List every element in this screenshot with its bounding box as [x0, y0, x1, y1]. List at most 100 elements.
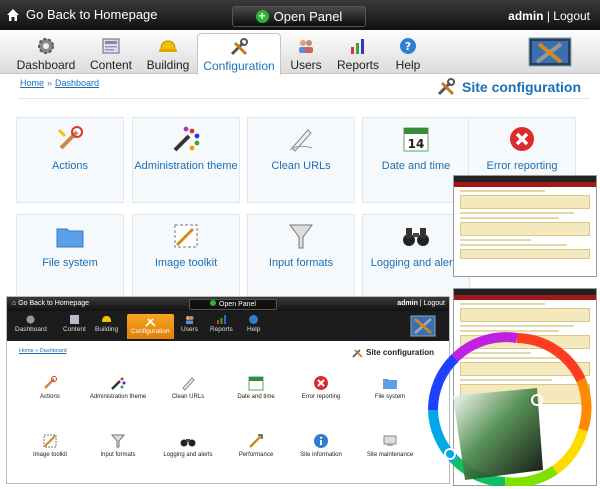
nav-content[interactable]: Content	[88, 36, 134, 74]
bar-chart-icon	[351, 39, 364, 54]
tile-actions[interactable]: Actions	[16, 117, 124, 203]
content-icon	[102, 38, 120, 54]
small-nav-label: Users	[181, 326, 198, 333]
breadcrumb-home[interactable]: Home	[20, 78, 44, 88]
small-item-logging-and-alerts[interactable]: Logging and alerts	[153, 433, 223, 458]
actions-icon	[44, 376, 57, 389]
binoculars-icon	[180, 439, 196, 447]
small-username: admin	[397, 300, 418, 307]
small-item-clean-urls[interactable]: Clean URLs	[153, 375, 223, 400]
small-item-error-reporting[interactable]: Error reporting	[286, 375, 356, 400]
performance-icon	[249, 434, 263, 448]
small-item-administration-theme[interactable]: Administration theme	[83, 375, 153, 400]
small-item-label: Image toolkit	[32, 452, 68, 458]
separator: |	[546, 9, 550, 23]
small-open-panel-button[interactable]: Open Panel	[189, 299, 277, 310]
small-home-label: Go Back to Homepage	[18, 300, 90, 307]
binoculars-icon	[403, 228, 429, 246]
nav-label: Dashboard	[16, 58, 76, 72]
small-item-performance[interactable]: Performance	[221, 433, 291, 458]
pen-icon	[182, 377, 195, 391]
nav-help[interactable]: ? Help	[392, 36, 424, 74]
nav-label: Help	[395, 58, 421, 72]
small-item-label: Site information	[300, 452, 342, 458]
saturation-value-square[interactable]	[453, 388, 543, 480]
small-breadcrumb[interactable]: Home » Dashboard	[19, 348, 67, 354]
users-icon	[185, 316, 194, 324]
small-nav-label: Dashboard	[15, 326, 47, 333]
top-bar: Go Back to Homepage + Open Panel admin |…	[0, 0, 600, 30]
small-nav-building[interactable]: Building	[95, 314, 118, 333]
divider	[18, 98, 590, 99]
tile-clean-urls[interactable]: Clean URLs	[247, 117, 355, 203]
go-back-homepage-link[interactable]: Go Back to Homepage	[6, 7, 158, 22]
small-item-site-information[interactable]: Site information	[286, 433, 356, 458]
breadcrumb-dashboard[interactable]: Dashboard	[55, 78, 99, 88]
users-icon	[299, 40, 313, 53]
plus-icon	[210, 300, 216, 306]
hardhat-icon	[159, 40, 177, 52]
tile-file-system[interactable]: File system	[16, 214, 124, 300]
small-nav-configuration[interactable]: Configuration	[127, 314, 174, 339]
gear-icon	[26, 315, 35, 324]
help-icon: ?	[400, 38, 416, 54]
hardhat-icon	[102, 316, 112, 322]
plus-icon: +	[255, 10, 269, 23]
orange-theme-screenshot: ⌂ Go Back to Homepage Open Panel admin |…	[6, 296, 450, 484]
tools-icon	[437, 78, 455, 96]
color-picker-wheel[interactable]	[425, 330, 595, 486]
logout-link[interactable]: Logout	[553, 9, 590, 23]
small-item-actions[interactable]: Actions	[15, 375, 85, 400]
admin-logo-icon	[528, 37, 572, 67]
small-nav-label: Help	[247, 326, 261, 333]
bar-chart-icon	[216, 315, 226, 324]
small-nav-users[interactable]: Users	[181, 314, 198, 333]
small-top-bar: ⌂ Go Back to Homepage Open Panel admin |…	[7, 297, 449, 311]
small-item-label: Logging and alerts	[163, 452, 213, 458]
nav-users[interactable]: Users	[287, 36, 325, 74]
small-nav-dashboard[interactable]: Dashboard	[15, 314, 47, 333]
open-panel-button[interactable]: + Open Panel	[232, 6, 366, 27]
calendar-day: 14	[408, 137, 425, 151]
small-item-input-formats[interactable]: Input formats	[83, 433, 153, 458]
small-nav-label: Reports	[210, 326, 233, 333]
breadcrumb: Home» Dashboard	[20, 78, 99, 88]
nav-configuration[interactable]: Configuration	[197, 33, 281, 75]
small-item-image-toolkit[interactable]: Image toolkit	[15, 433, 85, 458]
small-item-file-system[interactable]: File system	[355, 375, 425, 400]
tile-label: File system	[42, 257, 98, 269]
small-nav-help[interactable]: Help	[247, 314, 260, 333]
tile-label: Administration theme	[134, 160, 238, 172]
small-nav-reports[interactable]: Reports	[210, 314, 233, 333]
nav-label: Content	[89, 58, 133, 72]
small-logout-link[interactable]: Logout	[424, 300, 445, 307]
pen-icon	[289, 129, 313, 152]
page-title: Site configuration	[436, 77, 581, 97]
nav-dashboard[interactable]: Dashboard	[16, 36, 76, 74]
small-item-date-and-time[interactable]: Date and time	[221, 375, 291, 400]
small-item-site-maintenance[interactable]: Site maintenance	[355, 433, 425, 458]
nav-building[interactable]: Building	[145, 36, 191, 74]
open-panel-label: Open Panel	[273, 9, 343, 24]
breadcrumb-sep: »	[47, 78, 53, 88]
palette-icon	[111, 377, 126, 390]
tile-label: Input formats	[268, 257, 334, 269]
small-home-link[interactable]: ⌂ Go Back to Homepage	[12, 300, 89, 307]
small-nav-content[interactable]: Content	[63, 314, 86, 333]
funnel-icon	[289, 224, 313, 249]
maintenance-icon	[383, 435, 397, 446]
nav-reports[interactable]: Reports	[337, 36, 379, 74]
page-title-text: Site configuration	[462, 79, 581, 95]
calendar-icon	[248, 376, 264, 391]
nav-label: Configuration	[203, 59, 275, 73]
small-open-panel-label: Open Panel	[219, 301, 256, 308]
small-item-label: Error reporting	[301, 394, 341, 400]
calendar-icon: 14	[403, 127, 429, 152]
small-item-label: Administration theme	[89, 394, 147, 400]
thumbnail-screenshot-1	[453, 175, 597, 277]
user-links: admin | Logout	[508, 9, 590, 23]
small-page-title-text: Site configuration	[366, 348, 434, 357]
tile-image-toolkit[interactable]: Image toolkit	[132, 214, 240, 300]
tile-input-formats[interactable]: Input formats	[247, 214, 355, 300]
tile-administration-theme[interactable]: Administration theme	[132, 117, 240, 203]
